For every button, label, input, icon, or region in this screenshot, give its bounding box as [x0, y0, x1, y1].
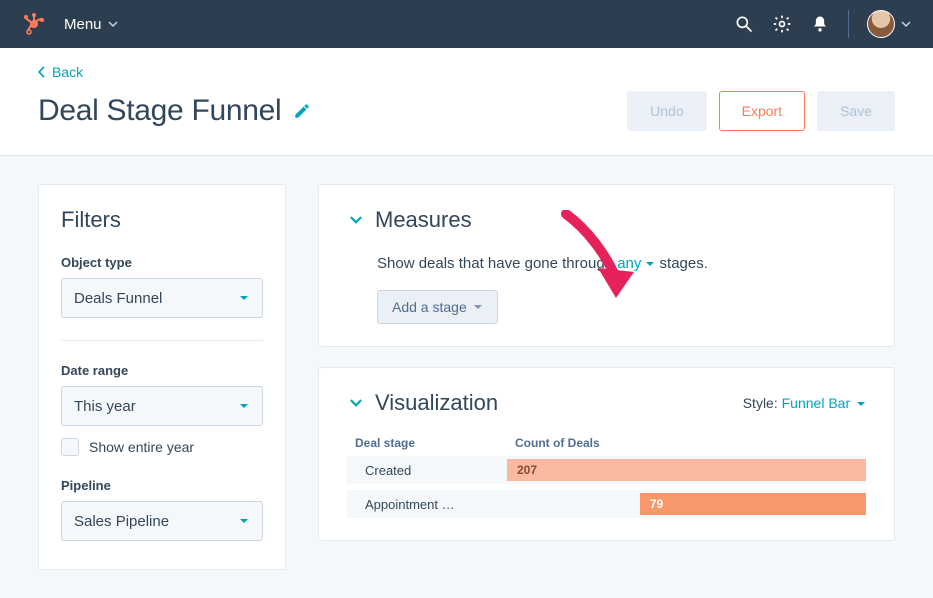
caret-down-icon — [473, 302, 483, 312]
measures-panel: Measures Show deals that have gone throu… — [318, 184, 895, 347]
chevron-down-icon — [347, 394, 365, 412]
funnel-row: Created 207 — [347, 456, 866, 484]
avatar — [867, 10, 895, 38]
date-range-select[interactable]: This year — [61, 386, 263, 426]
filter-divider — [61, 340, 263, 341]
top-nav: Menu — [0, 0, 933, 48]
nav-divider — [848, 10, 849, 38]
undo-button[interactable]: Undo — [627, 91, 706, 131]
funnel-table-header: Deal stage Count of Deals — [347, 436, 866, 450]
funnel-bar: 207 — [507, 459, 866, 481]
chevron-down-icon — [108, 19, 118, 29]
stage-filter-dropdown[interactable]: any — [617, 255, 655, 272]
menu-button[interactable]: Menu — [64, 16, 118, 33]
pipeline-select[interactable]: Sales Pipeline — [61, 501, 263, 541]
funnel-stage-name: Created — [347, 463, 507, 478]
object-type-label: Object type — [61, 255, 263, 270]
style-label: Style: — [743, 395, 782, 411]
stage-filter-value: any — [617, 255, 641, 272]
sentence-pre: Show deals that have gone through — [377, 255, 617, 272]
object-type-value: Deals Funnel — [74, 290, 162, 307]
caret-down-icon — [238, 292, 250, 304]
account-menu[interactable] — [867, 10, 911, 38]
show-entire-year-label: Show entire year — [89, 439, 194, 455]
date-range-label: Date range — [61, 363, 263, 378]
page-header: Back Deal Stage Funnel Undo Export Save — [0, 48, 933, 156]
sentence-post: stages. — [660, 255, 708, 272]
page-title: Deal Stage Funnel — [38, 94, 281, 128]
caret-down-icon — [238, 400, 250, 412]
visualization-panel: Visualization Style: Funnel Bar Deal sta… — [318, 367, 895, 541]
pencil-icon[interactable] — [293, 102, 311, 120]
col-count-header: Count of Deals — [515, 436, 858, 450]
menu-label: Menu — [64, 16, 102, 33]
style-picker[interactable]: Style: Funnel Bar — [743, 395, 866, 411]
measures-header[interactable]: Measures — [347, 207, 866, 233]
funnel-stage-name: Appointment … — [347, 497, 507, 512]
save-button[interactable]: Save — [817, 91, 895, 131]
pipeline-label: Pipeline — [61, 478, 263, 493]
back-label: Back — [52, 64, 83, 80]
measures-heading: Measures — [375, 207, 472, 233]
col-stage-header: Deal stage — [355, 436, 515, 450]
search-icon[interactable] — [734, 14, 754, 34]
object-type-select[interactable]: Deals Funnel — [61, 278, 263, 318]
caret-down-icon — [856, 399, 866, 409]
checkbox-box — [61, 438, 79, 456]
bell-icon[interactable] — [810, 14, 830, 34]
funnel-bar: 79 — [640, 493, 866, 515]
funnel-row: Appointment … 79 — [347, 490, 866, 518]
gear-icon[interactable] — [772, 14, 792, 34]
pipeline-value: Sales Pipeline — [74, 513, 169, 530]
visualization-body: Deal stage Count of Deals Created 207 Ap… — [347, 436, 866, 518]
chevron-left-icon — [38, 66, 46, 78]
back-link[interactable]: Back — [38, 64, 83, 80]
show-entire-year-checkbox[interactable]: Show entire year — [61, 438, 263, 456]
add-stage-label: Add a stage — [392, 299, 467, 315]
filters-panel: Filters Object type Deals Funnel Date ra… — [38, 184, 286, 570]
visualization-header[interactable]: Visualization Style: Funnel Bar — [347, 390, 866, 416]
add-stage-button[interactable]: Add a stage — [377, 290, 498, 324]
style-value: Funnel Bar — [782, 395, 850, 411]
hubspot-logo-icon — [22, 12, 46, 36]
caret-down-icon — [645, 259, 655, 269]
date-range-value: This year — [74, 398, 136, 415]
filters-heading: Filters — [61, 207, 263, 233]
export-button[interactable]: Export — [719, 91, 805, 131]
visualization-heading: Visualization — [375, 390, 498, 416]
chevron-down-icon — [901, 19, 911, 29]
caret-down-icon — [238, 515, 250, 527]
measures-sentence: Show deals that have gone through any st… — [377, 255, 866, 272]
chevron-down-icon — [347, 211, 365, 229]
